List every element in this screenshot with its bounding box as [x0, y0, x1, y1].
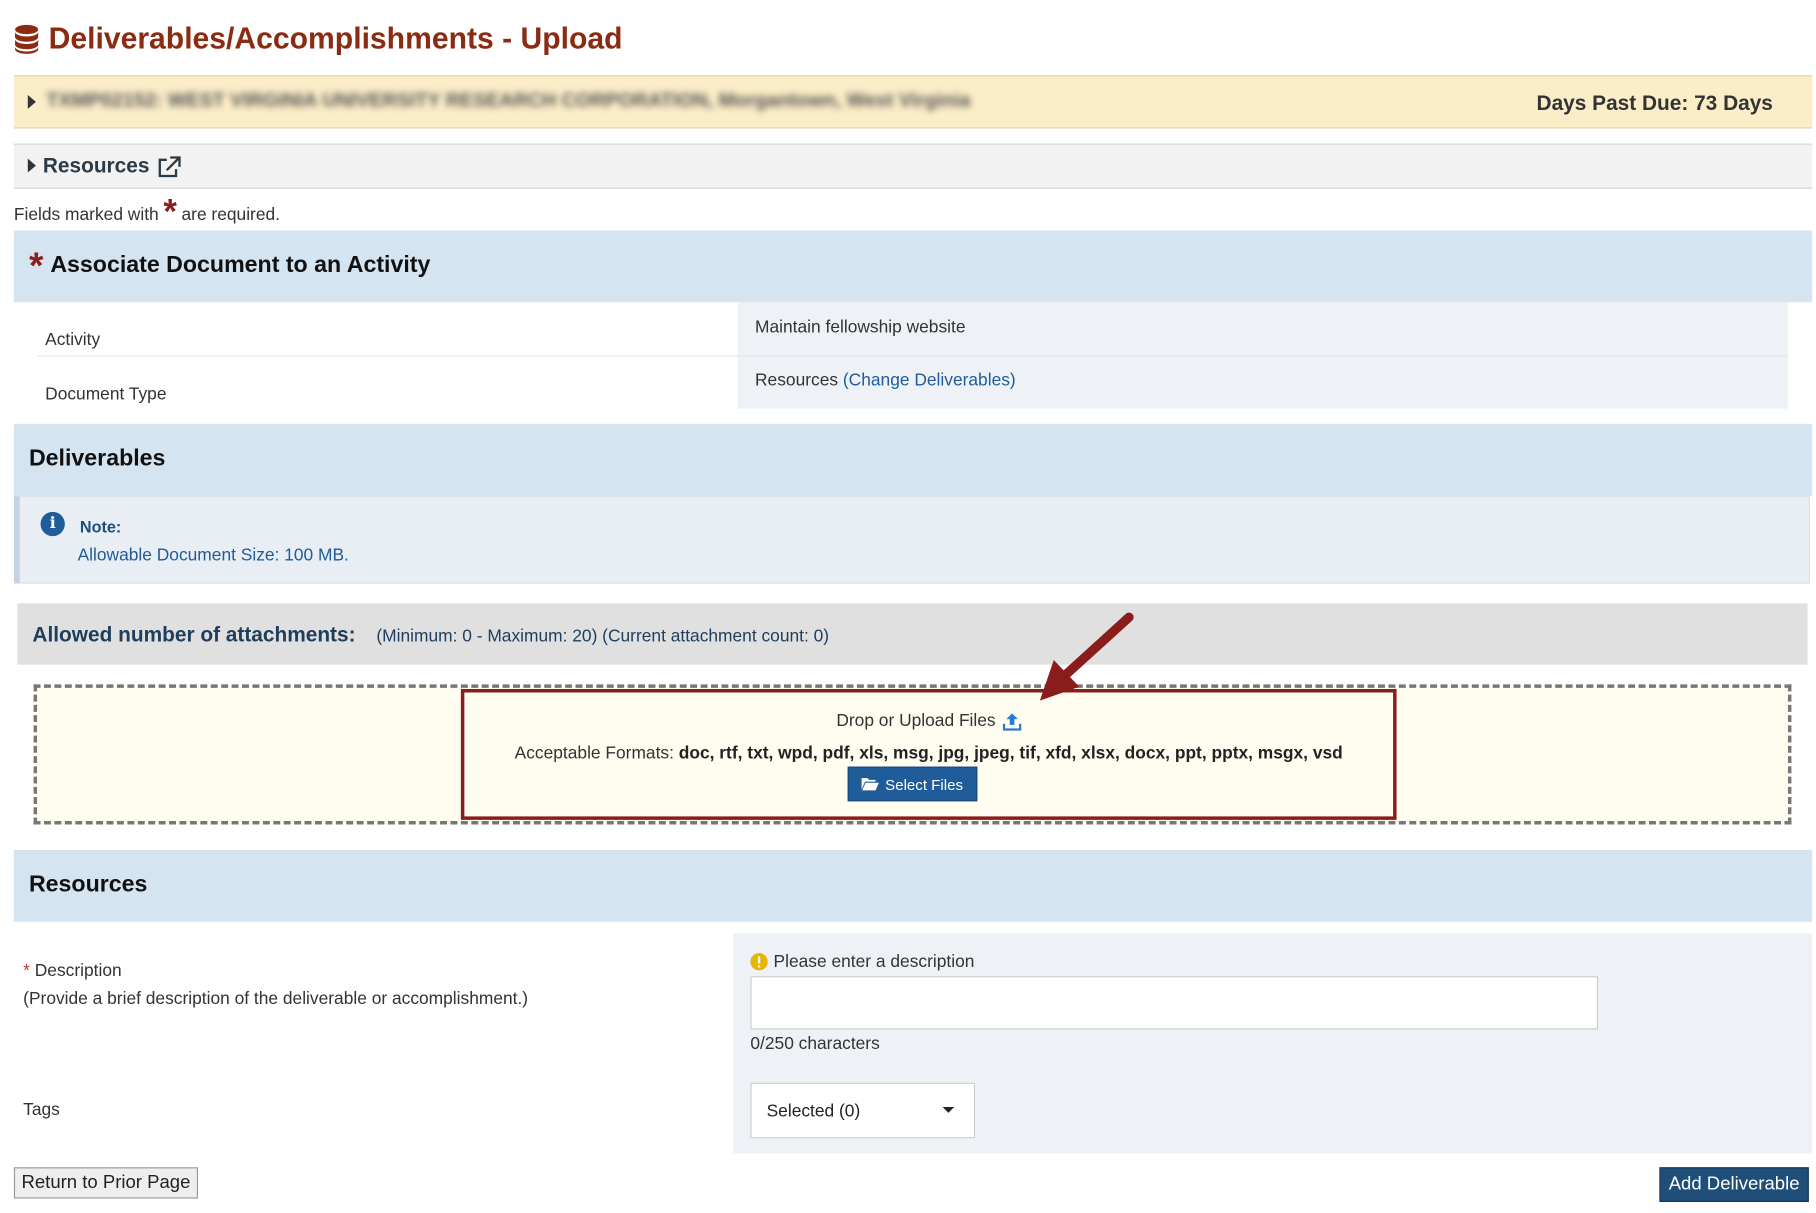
- organization-bar[interactable]: TXMP02152: WEST VIRGINIA UNIVERSITY RESE…: [13, 75, 1813, 129]
- formats-list: doc, rtf, txt, wpd, pdf, xls, msg, jpg, …: [678, 743, 1343, 764]
- attachments-title: Allowed number of attachments:: [32, 623, 356, 647]
- document-type-text: Resources: [755, 370, 839, 391]
- database-icon: [15, 24, 39, 54]
- note-label: Note:: [79, 517, 122, 537]
- caret-right-icon[interactable]: [27, 94, 36, 109]
- page-title: Deliverables/Accomplishments - Upload: [48, 20, 623, 56]
- required-star: *: [28, 243, 44, 286]
- organization-name: TXMP02152: WEST VIRGINIA UNIVERSITY RESE…: [46, 89, 971, 112]
- required-star: *: [23, 961, 30, 981]
- tags-dropdown[interactable]: Selected (0): [750, 1082, 976, 1139]
- activity-value: Maintain fellowship website: [755, 317, 966, 337]
- select-files-button[interactable]: Select Files: [847, 766, 978, 802]
- days-past-due: Days Past Due: 73 Days: [1536, 91, 1773, 115]
- upload-icon: [1002, 712, 1022, 731]
- resources-section-header: Resources: [13, 849, 1813, 922]
- required-note-prefix: Fields marked with: [13, 204, 159, 225]
- warning-icon: [750, 953, 768, 971]
- formats-label: Acceptable Formats:: [514, 743, 674, 764]
- required-fields-note: Fields marked with * are required.: [13, 193, 281, 232]
- attachments-bar: Allowed number of attachments: (Minimum:…: [17, 603, 1808, 665]
- description-label: Description: [34, 961, 122, 981]
- info-icon: i: [40, 511, 65, 537]
- tags-label: Tags: [23, 1100, 60, 1120]
- associate-title-text: Associate Document to an Activity: [50, 252, 431, 278]
- select-files-label[interactable]: Select Files: [885, 775, 963, 792]
- add-deliverable-button[interactable]: Add Deliverable: [1659, 1167, 1809, 1203]
- external-link-icon[interactable]: [156, 155, 181, 178]
- document-type-value: Resources (Change Deliverables): [755, 371, 1016, 391]
- change-deliverables-link[interactable]: (Change Deliverables): [843, 371, 1016, 391]
- required-note-suffix: are required.: [181, 204, 281, 225]
- associate-section-title: * Associate Document to an Activity: [28, 243, 431, 286]
- upload-highlight-box[interactable]: Drop or Upload Files Acceptable Formats:…: [460, 689, 1397, 820]
- associate-section-header: * Associate Document to an Activity: [13, 230, 1813, 303]
- note-box: i Note: Allowable Document Size: 100 MB.: [13, 495, 1810, 584]
- page-title-row: Deliverables/Accomplishments - Upload: [14, 21, 623, 57]
- return-to-prior-page-button[interactable]: Return to Prior Page: [13, 1167, 199, 1199]
- drop-upload-text: Drop or Upload Files: [464, 711, 1393, 731]
- chevron-down-icon[interactable]: [942, 1107, 955, 1113]
- resources-toggle-label[interactable]: Resources: [43, 154, 182, 178]
- resources-label[interactable]: Resources: [43, 154, 150, 178]
- attachments-info: (Minimum: 0 - Maximum: 20) (Current atta…: [376, 626, 830, 647]
- tags-selected-value[interactable]: Selected (0): [767, 1101, 861, 1121]
- note-text: Allowable Document Size: 100 MB.: [77, 545, 349, 566]
- document-type-label: Document Type: [45, 384, 167, 405]
- annotation-arrow-icon: [1039, 612, 1134, 701]
- deliverables-section-header: Deliverables: [13, 423, 1813, 496]
- description-warning-text: Please enter a description: [773, 951, 975, 972]
- character-count: 0/250 characters: [750, 1034, 880, 1054]
- description-warning: Please enter a description: [750, 952, 974, 972]
- resources-section-title: Resources: [28, 871, 148, 898]
- row-divider: [37, 355, 1788, 357]
- caret-right-icon[interactable]: [27, 158, 36, 173]
- resources-toggle[interactable]: Resources: [13, 143, 1813, 189]
- activity-label: Activity: [45, 330, 101, 350]
- description-help: (Provide a brief description of the deli…: [23, 988, 529, 1009]
- required-star: *: [163, 193, 177, 232]
- drop-upload-label: Drop or Upload Files: [836, 711, 996, 731]
- description-label-row: * Description: [23, 961, 121, 981]
- acceptable-formats: Acceptable Formats: doc, rtf, txt, wpd, …: [464, 743, 1393, 763]
- deliverables-section-title: Deliverables: [28, 445, 166, 472]
- description-textarea[interactable]: [750, 976, 1599, 1030]
- folder-open-icon: [862, 778, 880, 791]
